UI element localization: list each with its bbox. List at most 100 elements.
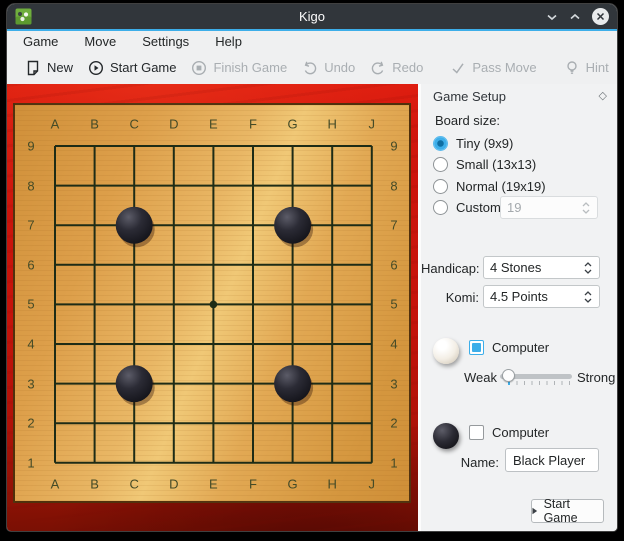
spinner-arrows-icon[interactable] [583, 289, 593, 305]
start-game-panel-button[interactable]: Start Game [531, 499, 604, 523]
column-label: D [169, 117, 178, 132]
radio-custom[interactable]: Custom: [433, 200, 504, 215]
title-bar[interactable]: Kigo [7, 4, 617, 29]
checkmark-icon [450, 60, 466, 76]
kigo-window: Kigo Game Move Settings Help [7, 4, 617, 531]
column-label: J [369, 477, 376, 492]
strength-weak-label: Weak [421, 370, 497, 385]
row-label: 7 [27, 218, 34, 233]
row-label: 2 [27, 416, 34, 431]
row-label: 6 [27, 257, 34, 272]
column-label: D [169, 477, 178, 492]
row-label: 9 [27, 139, 34, 154]
game-setup-panel: Game Setup ◇ Board size: Tiny (9x9) Smal… [418, 84, 617, 531]
radio-circle[interactable] [433, 136, 448, 151]
maximize-button[interactable] [569, 13, 581, 21]
new-button[interactable]: New [25, 60, 73, 76]
column-label: G [288, 477, 298, 492]
handicap-label: Handicap: [421, 261, 479, 276]
row-label: 1 [27, 455, 34, 470]
radio-tiny[interactable]: Tiny (9x9) [433, 136, 513, 151]
window-title: Kigo [7, 4, 617, 29]
row-label: 6 [390, 257, 397, 272]
spinner-arrows-icon[interactable] [583, 260, 593, 276]
column-label: A [51, 117, 60, 132]
panel-title: Game Setup [433, 89, 506, 104]
column-label: A [51, 477, 60, 492]
black-stone-image [433, 423, 459, 449]
column-label: J [369, 117, 376, 132]
radio-circle[interactable] [433, 200, 448, 215]
board-size-label: Board size: [435, 113, 500, 128]
hint-button[interactable]: Hint [564, 60, 609, 76]
go-board-area[interactable]: AABBCCDDEEFFGGHHJJ998877665544332211 [7, 84, 418, 531]
undo-button[interactable]: Undo [302, 60, 355, 76]
row-label: 3 [390, 376, 397, 391]
white-computer-checkbox-row[interactable]: Computer [469, 340, 549, 355]
row-label: 5 [390, 297, 397, 312]
row-label: 8 [390, 178, 397, 193]
finish-game-button[interactable]: Finish Game [191, 60, 287, 76]
chevron-up-icon [569, 13, 581, 21]
black-player-name-input[interactable] [505, 448, 599, 472]
minimize-button[interactable] [546, 13, 558, 21]
black-stone[interactable] [274, 207, 311, 244]
stop-circle-icon [191, 60, 207, 76]
handicap-spinbox[interactable]: 4 Stones [483, 256, 600, 279]
black-stone[interactable] [274, 365, 311, 402]
row-label: 1 [390, 455, 397, 470]
radio-normal[interactable]: Normal (19x19) [433, 179, 546, 194]
column-label: C [129, 477, 138, 492]
pass-move-button[interactable]: Pass Move [450, 60, 536, 76]
new-document-icon [25, 60, 41, 76]
close-icon [596, 12, 605, 21]
row-label: 7 [390, 218, 397, 233]
menu-game[interactable]: Game [23, 34, 58, 49]
redo-arrow-icon [370, 60, 386, 76]
menu-settings[interactable]: Settings [142, 34, 189, 49]
menu-help[interactable]: Help [215, 34, 242, 49]
row-label: 2 [390, 416, 397, 431]
chevron-down-icon [546, 13, 558, 21]
row-label: 4 [27, 337, 34, 352]
lightbulb-icon [564, 60, 580, 76]
toolbar: New Start Game Finish Game Undo [7, 51, 617, 84]
column-label: B [90, 117, 99, 132]
black-computer-checkbox-row[interactable]: Computer [469, 425, 549, 440]
white-stone-image [433, 338, 459, 364]
start-game-button[interactable]: Start Game [88, 60, 176, 76]
row-label: 4 [390, 337, 397, 352]
black-computer-checkbox[interactable] [469, 425, 484, 440]
star-point [210, 301, 218, 309]
custom-size-spinbox[interactable]: 19 [500, 196, 598, 219]
row-label: 3 [27, 376, 34, 391]
undo-arrow-icon [302, 60, 318, 76]
white-computer-checkbox[interactable] [469, 340, 484, 355]
radio-circle[interactable] [433, 179, 448, 194]
radio-small[interactable]: Small (13x13) [433, 157, 536, 172]
column-label: B [90, 477, 99, 492]
play-circle-icon [88, 60, 104, 76]
black-stone[interactable] [116, 207, 153, 244]
column-label: H [327, 117, 336, 132]
column-label: G [288, 117, 298, 132]
column-label: E [209, 117, 218, 132]
dock-float-icon[interactable]: ◇ [599, 89, 607, 102]
name-label: Name: [421, 455, 499, 470]
komi-spinbox[interactable]: 4.5 Points [483, 285, 600, 308]
close-button[interactable] [592, 8, 609, 25]
redo-button[interactable]: Redo [370, 60, 423, 76]
radio-circle[interactable] [433, 157, 448, 172]
row-label: 5 [27, 297, 34, 312]
komi-label: Komi: [421, 290, 479, 305]
spinner-arrows-icon[interactable] [581, 200, 591, 216]
board-grid[interactable] [15, 105, 409, 501]
go-board[interactable]: AABBCCDDEEFFGGHHJJ998877665544332211 [13, 103, 411, 503]
menu-move[interactable]: Move [84, 34, 116, 49]
column-label: C [129, 117, 138, 132]
black-stone[interactable] [116, 365, 153, 402]
strength-strong-label: Strong [577, 370, 615, 385]
play-triangle-icon [532, 507, 538, 515]
column-label: F [249, 117, 257, 132]
menu-bar: Game Move Settings Help [7, 31, 617, 51]
